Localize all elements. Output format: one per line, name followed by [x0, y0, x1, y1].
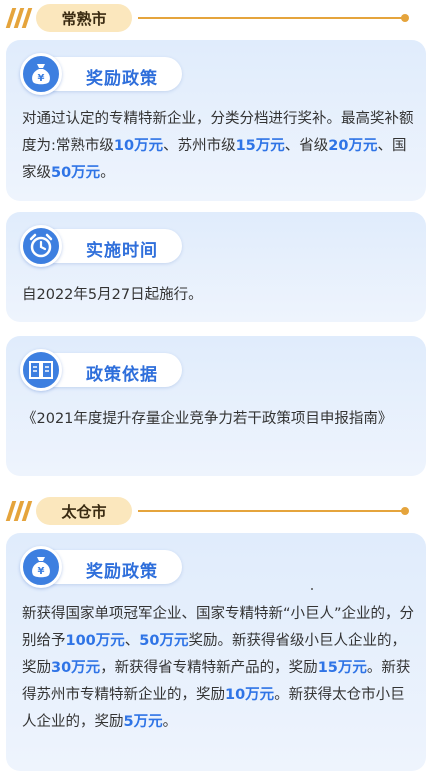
svg-text:¥: ¥	[38, 73, 45, 84]
policy-card-basis: 政策依据 《2021年度提升存量企业竞争力若干政策项目申报指南》	[6, 336, 426, 476]
highlight-amount: 50万元	[51, 165, 101, 181]
card-title: 奖励政策	[86, 562, 158, 582]
stripes-decoration	[5, 8, 33, 28]
body-text: ，新获得省专精特新产品的，奖励	[100, 660, 318, 676]
card-title: 实施时间	[86, 241, 158, 261]
divider-dot	[401, 14, 409, 22]
svg-text:¥: ¥	[38, 566, 45, 577]
city-header-changshu: 常熟市	[0, 4, 435, 34]
card-title: 政策依据	[86, 365, 158, 385]
card-header: 实施时间	[20, 225, 190, 267]
money-bag-icon: ¥	[20, 546, 62, 588]
body-text: 、	[124, 633, 140, 649]
policy-card-time: 实施时间 自2022年5月27日起施行。	[6, 212, 426, 322]
alarm-clock-icon	[20, 225, 62, 267]
card-header: 奖励政策 ¥	[20, 53, 190, 95]
highlight-amount: 20万元	[328, 138, 378, 154]
policy-card-reward: 奖励政策 ¥ 新获得国家单项冠军企业、国家专精特新“小巨人”企业的，分别给予10…	[6, 533, 426, 771]
open-book-icon	[20, 349, 62, 391]
highlight-amount: 15万元	[235, 138, 285, 154]
highlight-amount: 15万元	[317, 660, 367, 676]
body-text: 。	[100, 165, 115, 181]
highlight-amount: 10万元	[113, 138, 164, 154]
body-text: 自2022年5月27日起施行。	[22, 287, 203, 303]
divider-line	[138, 17, 404, 19]
card-header: 政策依据	[20, 349, 190, 391]
card-body-text: 新获得国家单项冠军企业、国家专精特新“小巨人”企业的，分别给予100万元、50万…	[22, 601, 416, 736]
body-text: 《2021年度提升存量企业竞争力若干政策项目申报指南》	[22, 411, 393, 427]
city-name: 常熟市	[36, 4, 132, 32]
card-header: 奖励政策 ¥	[20, 546, 190, 588]
divider-line	[138, 510, 404, 512]
card-title: 奖励政策	[86, 69, 158, 89]
card-body-text: 自2022年5月27日起施行。	[22, 282, 416, 309]
body-text: 。	[162, 714, 178, 730]
city-header-taicang: 太仓市	[0, 497, 435, 527]
card-body-text: 《2021年度提升存量企业竞争力若干政策项目申报指南》	[22, 406, 416, 433]
highlight-amount: 10万元	[225, 687, 275, 703]
money-bag-icon: ¥	[20, 53, 62, 95]
highlight-amount: 50万元	[139, 633, 189, 649]
divider-dot	[401, 507, 409, 515]
card-body-text: 对通过认定的专精特新企业，分类分档进行奖补。最高奖补额度为:常熟市级10万元、苏…	[22, 106, 416, 187]
highlight-amount: 100万元	[65, 633, 125, 649]
policy-card-reward: 奖励政策 ¥ 对通过认定的专精特新企业，分类分档进行奖补。最高奖补额度为:常熟市…	[6, 40, 426, 201]
body-text: 、苏州市级	[163, 138, 236, 154]
highlight-amount: 5万元	[123, 714, 163, 730]
city-name: 太仓市	[36, 497, 132, 525]
stripes-decoration	[5, 501, 33, 521]
speck	[311, 588, 313, 590]
body-text: 、省级	[284, 138, 329, 154]
highlight-amount: 30万元	[51, 660, 101, 676]
